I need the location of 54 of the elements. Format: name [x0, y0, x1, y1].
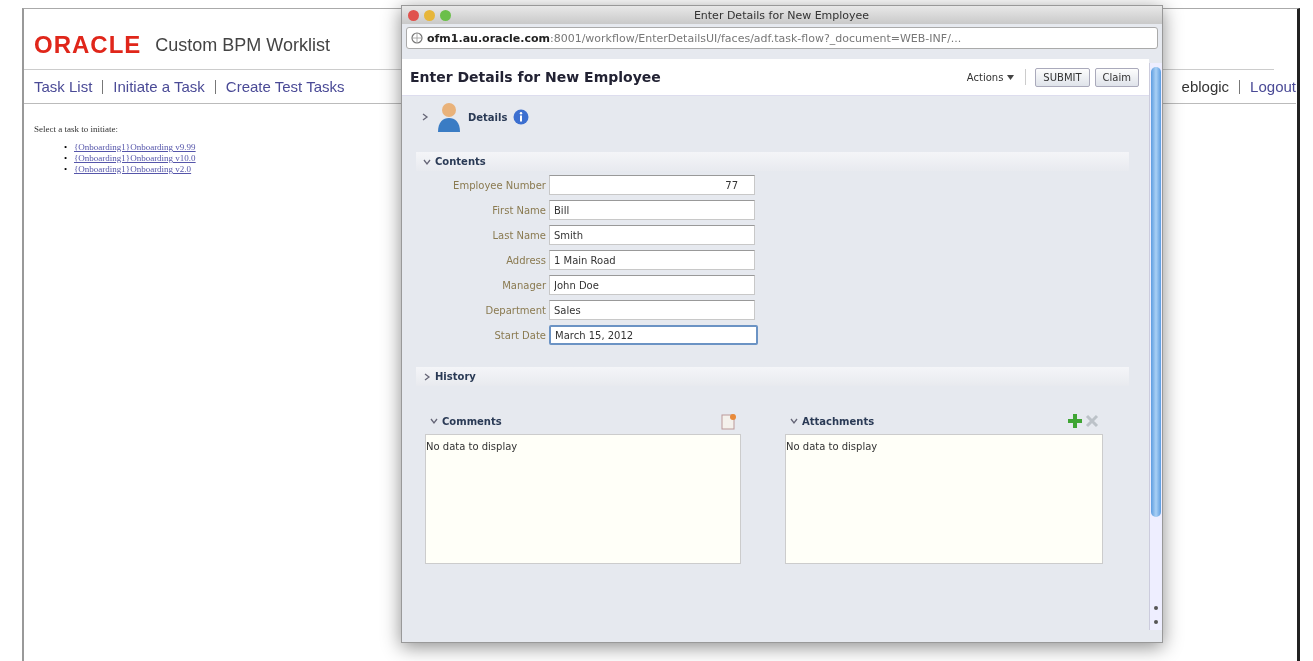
- window-title: Enter Details for New Employee: [692, 8, 871, 22]
- field-label: Last Name: [491, 229, 547, 241]
- panel-title: Comments: [442, 415, 502, 427]
- actions-menu[interactable]: Actions: [966, 71, 1015, 83]
- url-text: ofm1.au.oracle.com:8001/workflow/EnterDetailsUI/faces/adf.task-flow?_document=WEB-INF/...: [427, 31, 962, 45]
- nav-link[interactable]: eblogic: [1181, 78, 1230, 95]
- form-heading: Enter Details for New Employee: [410, 69, 661, 85]
- globe-icon: [411, 32, 423, 44]
- field-label: Department: [484, 304, 547, 316]
- field-label: First Name: [491, 204, 547, 216]
- scrollbar[interactable]: [1149, 63, 1162, 630]
- nav-link[interactable]: Task List: [34, 78, 93, 95]
- input-field[interactable]: 77: [549, 175, 755, 195]
- oracle-logo: ORACLE: [34, 31, 142, 59]
- empty-message: No data to display: [786, 441, 878, 452]
- task-link[interactable]: {Onboarding1}Onboarding v9.99: [74, 142, 196, 152]
- person-icon: [436, 102, 462, 132]
- panel-title: Attachments: [802, 415, 875, 427]
- nav-link[interactable]: Create Test Tasks: [225, 78, 345, 95]
- section-header[interactable]: Contents: [416, 152, 1129, 171]
- prompt-text: Select a task to initiate:: [34, 124, 119, 134]
- action-button[interactable]: Claim: [1094, 67, 1139, 87]
- zoom-button[interactable]: [440, 9, 451, 21]
- input-field[interactable]: Sales: [549, 300, 755, 320]
- input-field[interactable]: Bill: [549, 200, 755, 220]
- section-header[interactable]: History: [416, 367, 1129, 386]
- nav-link[interactable]: Logout: [1250, 78, 1296, 95]
- task-link[interactable]: {Onboarding1}Onboarding v10.0: [74, 153, 196, 163]
- field-label: Manager: [501, 279, 547, 291]
- input-field[interactable]: John Doe: [549, 275, 755, 295]
- close-button[interactable]: [408, 9, 419, 21]
- action-button[interactable]: SUBMIT: [1035, 67, 1090, 87]
- add-icon[interactable]: [1067, 413, 1083, 429]
- disclosure-icon[interactable]: [429, 416, 439, 426]
- field-label: Start Date: [493, 329, 547, 341]
- bullet: •: [64, 164, 69, 175]
- bullet: •: [64, 153, 69, 164]
- caret-icon: [1007, 74, 1015, 80]
- field-label: Address: [505, 254, 547, 266]
- disclosure-icon[interactable]: [789, 416, 799, 426]
- input-field[interactable]: March 15, 2012: [549, 325, 758, 345]
- info-icon[interactable]: [513, 109, 530, 125]
- task-link[interactable]: {Onboarding1}Onboarding v2.0: [74, 164, 192, 174]
- address-bar[interactable]: ofm1.au.oracle.com:8001/workflow/EnterDetailsUI/faces/adf.task-flow?_document=WEB-INF/...: [406, 27, 1158, 49]
- nav-link[interactable]: Initiate a Task: [113, 78, 205, 95]
- empty-message: No data to display: [426, 441, 518, 452]
- disclosure-icon[interactable]: [420, 112, 430, 122]
- section-title: Details: [468, 111, 508, 123]
- field-label: Employee Number: [452, 179, 547, 191]
- input-field[interactable]: Smith: [549, 225, 755, 245]
- note-icon[interactable]: [721, 412, 737, 430]
- app-title: Custom BPM Worklist: [155, 34, 331, 56]
- input-field[interactable]: 1 Main Road: [549, 250, 755, 270]
- bullet: •: [64, 142, 69, 153]
